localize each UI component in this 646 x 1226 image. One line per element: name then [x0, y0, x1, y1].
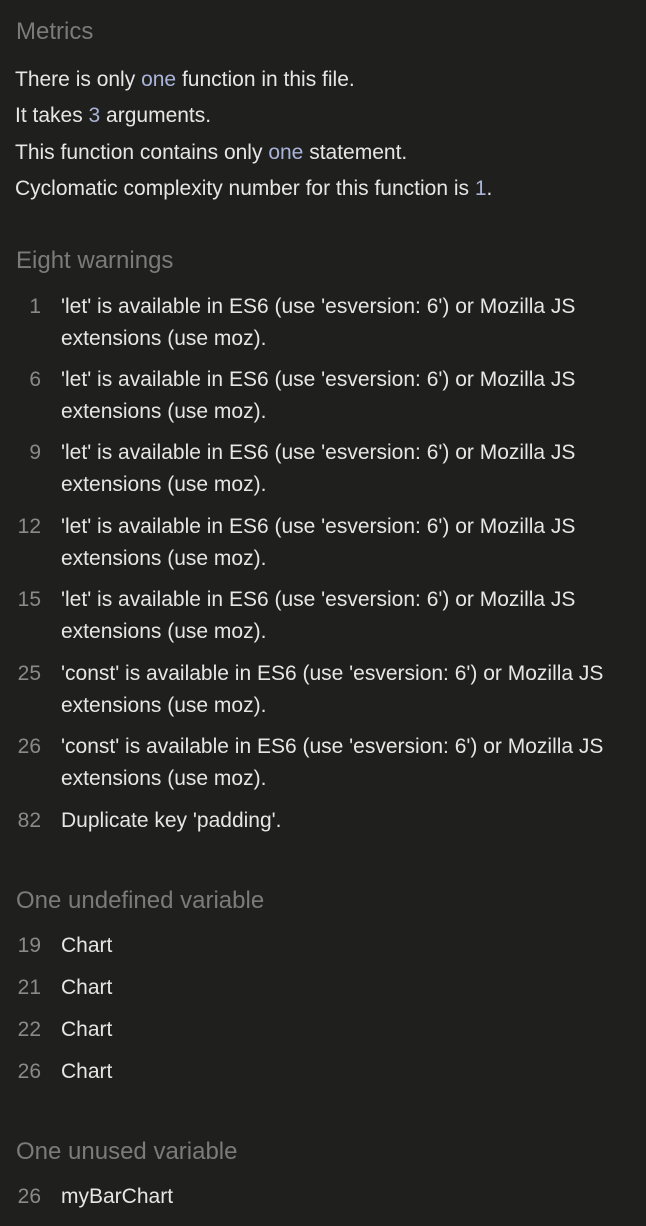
metric-value: 3: [88, 104, 101, 127]
warning-message: 'const' is available in ES6 (use 'esvers…: [61, 662, 604, 717]
metric-text: function in this file.: [176, 68, 355, 91]
warning-message: 'let' is available in ES6 (use 'esversio…: [61, 588, 576, 643]
metric-text: Cyclomatic complexity number for this fu…: [15, 177, 475, 200]
unused-variables-title: One unused variable: [16, 1138, 238, 1165]
warning-message: 'let' is available in ES6 (use 'esversio…: [61, 368, 576, 423]
line-number: 26: [17, 1185, 41, 1208]
warning-message: 'const' is available in ES6 (use 'esvers…: [61, 735, 604, 790]
variable-name: Chart: [61, 976, 113, 999]
metric-statement-count: This function contains only one statemen…: [15, 141, 407, 165]
variable-name: Chart: [61, 1060, 113, 1083]
variable-name: myBarChart: [61, 1185, 174, 1208]
variable-name: Chart: [61, 1018, 113, 1041]
metric-text: It takes: [15, 104, 89, 127]
line-number: 82: [17, 809, 41, 832]
metric-text: .: [486, 177, 493, 200]
line-number: 26: [17, 735, 41, 758]
metric-argument-count: It takes 3 arguments.: [15, 104, 211, 128]
line-number: 21: [17, 976, 41, 999]
line-number: 6: [29, 368, 41, 391]
variable-name: Chart: [61, 934, 113, 957]
metric-cyclomatic-complexity: Cyclomatic complexity number for this fu…: [15, 177, 492, 201]
metric-text: This function contains only: [15, 141, 269, 164]
metric-text: arguments.: [100, 104, 212, 127]
warning-message: Duplicate key 'padding'.: [61, 809, 282, 832]
metric-text: statement.: [303, 141, 408, 164]
metric-value: one: [141, 68, 177, 91]
line-number: 1: [29, 295, 41, 318]
line-number: 19: [17, 934, 41, 957]
metrics-title: Metrics: [16, 18, 94, 45]
metric-text: There is only: [15, 68, 142, 91]
metric-value: 1: [474, 177, 487, 200]
warning-message: 'let' is available in ES6 (use 'esversio…: [61, 295, 576, 350]
line-number: 25: [17, 662, 41, 685]
line-number: 9: [29, 441, 41, 464]
line-number: 12: [17, 515, 41, 538]
metric-function-count: There is only one function in this file.: [15, 68, 355, 92]
line-number: 22: [17, 1018, 41, 1041]
metric-value: one: [268, 141, 304, 164]
line-number: 15: [17, 588, 41, 611]
undefined-variables-title: One undefined variable: [16, 887, 265, 914]
warning-message: 'let' is available in ES6 (use 'esversio…: [61, 441, 576, 496]
warnings-title: Eight warnings: [16, 247, 174, 274]
line-number: 26: [17, 1060, 41, 1083]
warning-message: 'let' is available in ES6 (use 'esversio…: [61, 515, 576, 570]
